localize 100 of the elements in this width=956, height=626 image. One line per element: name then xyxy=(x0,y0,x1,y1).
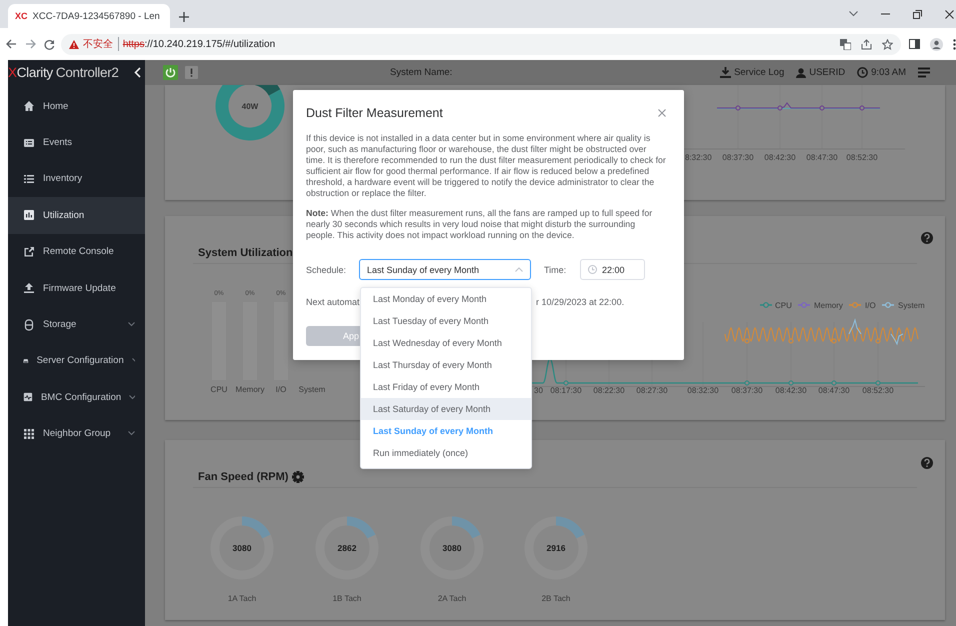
fan-speed-value: 2862 xyxy=(338,543,356,553)
fan-name: 1B Tach xyxy=(332,594,362,603)
clock-icon xyxy=(588,265,597,274)
fan-name: 2A Tach xyxy=(438,594,466,603)
axis-tick-label: 08:22:30 xyxy=(593,386,625,395)
bar-label: CPU xyxy=(210,385,228,394)
sidebar-item[interactable]: Home xyxy=(8,88,145,124)
address-bar[interactable]: 不安全 https://10.240.219.175/#/utilization xyxy=(60,34,901,54)
pulse-icon xyxy=(23,391,33,404)
home-icon xyxy=(23,100,35,112)
new-tab-icon[interactable] xyxy=(179,12,189,22)
legend-label: Memory xyxy=(814,301,843,310)
reload-icon[interactable] xyxy=(44,38,55,50)
dialog-description: If this device is not installed in a data center but in some environment where air quality is poor, such as manufacturing floor or warehouse, the dust filter might be obstructed over time. It is therefore recommended to run the dust filter measurement periodically to check for sufficient air flow for good thermal performance. If air flow is reduced below a predefined threshold, a hardware event will be triggered to notify the device administrator to clear the obstruction or replace the filter. xyxy=(306,133,666,199)
axis-tick-label: 08:52:30 xyxy=(846,153,878,162)
caret-up-icon xyxy=(515,267,523,272)
sidebar-item[interactable]: Events xyxy=(8,124,145,161)
external-link-icon xyxy=(23,246,35,258)
favicon: XC xyxy=(15,11,28,21)
download-icon xyxy=(720,67,732,78)
sidebar-item[interactable]: Utilization xyxy=(8,197,145,234)
schedule-select[interactable]: Last Sunday of every Month xyxy=(359,259,531,280)
card-title: System Utilization xyxy=(198,247,293,259)
legend-label: System xyxy=(898,301,925,310)
close-icon[interactable] xyxy=(945,10,954,18)
axis-tick-label: 08:37:30 xyxy=(722,153,754,162)
dropdown-option[interactable]: Last Saturday of every Month xyxy=(361,398,531,420)
fan-gauge xyxy=(316,516,378,580)
sidebar-item[interactable]: Inventory xyxy=(8,160,145,198)
time-field[interactable]: 22:00 xyxy=(580,259,645,280)
list-icon xyxy=(23,172,35,185)
settings-icon[interactable] xyxy=(292,471,304,483)
clock: 9:03 AM xyxy=(857,67,906,78)
fan-speed-value: 2916 xyxy=(546,543,566,553)
legend-label: CPU xyxy=(775,301,792,310)
back-icon[interactable] xyxy=(6,38,17,48)
restore-icon[interactable] xyxy=(913,10,922,18)
translate-icon[interactable] xyxy=(840,38,851,50)
more-icon[interactable] xyxy=(953,38,956,50)
menu-icon[interactable] xyxy=(918,67,930,78)
sidebar-item[interactable]: Firmware Update xyxy=(8,270,145,306)
bar-label: Memory xyxy=(236,385,264,394)
chart-icon xyxy=(23,209,35,222)
fan-gauge xyxy=(210,516,274,580)
power-gauge xyxy=(216,85,284,140)
axis-tick-label: 08:27:30 xyxy=(636,386,668,395)
fan-gauge xyxy=(420,516,484,580)
bar-label: I/O xyxy=(276,385,286,394)
time-label: Time: xyxy=(544,264,568,274)
fan-name: 2B Tach xyxy=(542,594,570,603)
chevron-down-icon[interactable] xyxy=(849,11,858,17)
user-icon xyxy=(796,68,806,78)
browser-tab[interactable]: XC XCC-7DA9-1234567890 - Len xyxy=(8,4,170,28)
dialog-note: Note: When the dust filter measurement runs, all the fans are ramped up to full speed for nearly 30 seconds which results in very loud noise that might disturb the surrounding people. This activity does not impact workload running on the device. xyxy=(306,208,654,241)
grid-icon xyxy=(23,428,35,440)
axis-tick-label: 08:37:30 xyxy=(731,386,763,395)
forward-icon[interactable] xyxy=(25,38,36,48)
collapse-icon[interactable] xyxy=(134,67,141,78)
axis-tick-label: 08:17:30 xyxy=(550,386,582,395)
power-status-icon[interactable] xyxy=(163,65,178,80)
sidebar-item[interactable]: Remote Console xyxy=(8,234,145,270)
dropdown-option[interactable]: Run immediately (once) xyxy=(361,442,531,464)
axis-tick-label: 8:32:30 xyxy=(685,153,712,162)
axis-tick-label: 08:32:30 xyxy=(687,386,719,395)
fan-speed-value: 3080 xyxy=(442,543,462,553)
next-run-text: Next automat xyxy=(306,297,360,308)
app-logo: XClarity Controller2 xyxy=(8,65,119,80)
help-icon[interactable] xyxy=(921,457,933,469)
upload-icon xyxy=(23,282,35,294)
dialog-title: Dust Filter Measurement xyxy=(306,106,443,120)
events-icon xyxy=(23,136,35,149)
dropdown-option[interactable]: Last Monday of every Month xyxy=(361,288,531,310)
dropdown-option[interactable]: Last Friday of every Month xyxy=(361,376,531,398)
axis-tick-label: 08:52:30 xyxy=(862,386,894,395)
fan-gauge xyxy=(524,516,588,580)
minimize-icon[interactable] xyxy=(881,13,890,15)
sidebar-item[interactable]: Neighbor Group xyxy=(8,416,145,452)
url-text: https://10.240.219.175/#/utilization xyxy=(122,38,276,50)
dropdown-option[interactable]: Last Thursday of every Month xyxy=(361,354,531,376)
help-icon[interactable] xyxy=(921,232,933,244)
tab-title: XCC-7DA9-1234567890 - Len xyxy=(32,10,160,22)
side-panel-icon[interactable] xyxy=(909,39,920,49)
alert-icon[interactable] xyxy=(185,66,198,79)
star-icon[interactable] xyxy=(882,38,893,50)
axis-tick-label: 08:42:30 xyxy=(764,153,796,162)
sidebar-item[interactable]: BMC Configuration xyxy=(8,379,145,416)
schedule-label: Schedule: xyxy=(306,264,348,274)
power-reading: 40W xyxy=(242,102,258,111)
next-run-text: r 10/29/2023 at 22:00. xyxy=(536,297,624,308)
clock-icon xyxy=(857,67,868,78)
sidebar-item[interactable]: Server Configuration xyxy=(8,342,145,380)
axis-tick-label: 08:47:30 xyxy=(806,153,838,162)
share-icon[interactable] xyxy=(861,38,872,50)
fan-speed-value: 3080 xyxy=(232,543,252,553)
system-name-label: System Name: xyxy=(390,67,452,78)
sidebar-item[interactable]: Storage xyxy=(8,306,145,343)
axis-tick-label: 30 xyxy=(534,386,543,395)
bar-label: System xyxy=(298,385,326,394)
security-label: 不安全 xyxy=(82,37,119,51)
profile-icon[interactable] xyxy=(930,38,943,50)
